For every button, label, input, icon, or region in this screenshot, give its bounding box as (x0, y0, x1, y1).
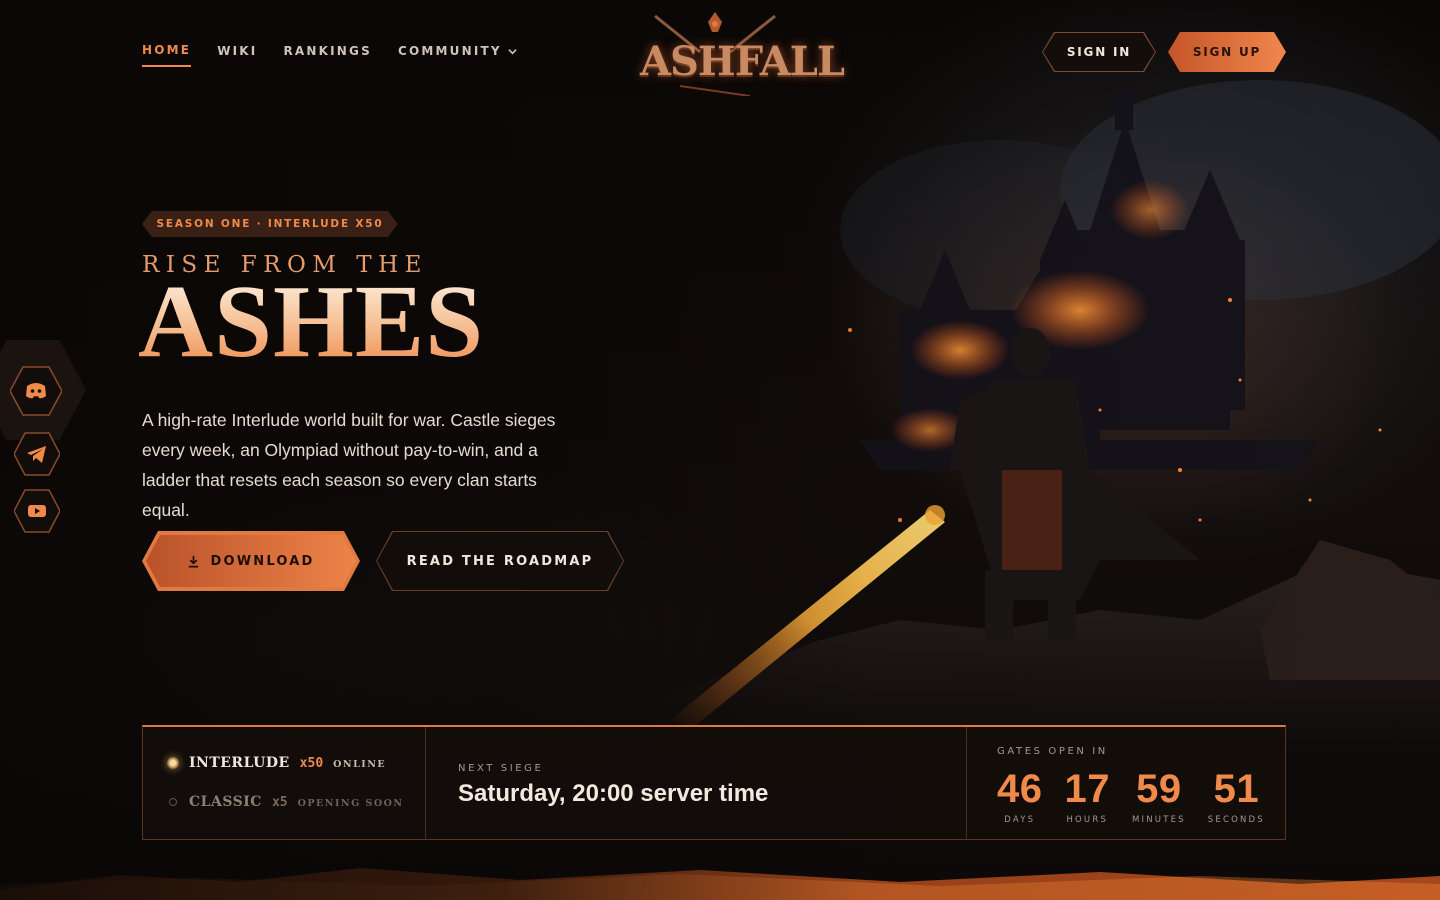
social-rail (0, 340, 90, 550)
hero-description: A high-rate Interlude world built for wa… (142, 410, 556, 520)
youtube-icon (14, 489, 60, 533)
online-indicator (167, 757, 179, 769)
countdown-label: GATES OPEN IN (997, 746, 1108, 757)
roadmap-button[interactable]: READ THE ROADMAP (376, 531, 624, 591)
sign-in-button[interactable]: SIGN IN (1042, 32, 1156, 72)
countdown-days: 46 DAYS (997, 769, 1043, 825)
countdown-value: 59 (1136, 767, 1182, 811)
server-name: CLASSIC (189, 794, 262, 810)
server-row-classic[interactable]: CLASSIC x5 OPENING SOON (167, 794, 404, 810)
roadmap-label: READ THE ROADMAP (377, 532, 623, 590)
countdown-timer: 46 DAYS 17 HOURS 59 MINUTES 51 SECONDS (997, 769, 1265, 825)
next-siege-time: Saturday, 20:00 server time (458, 780, 769, 807)
countdown-unit: DAYS (1004, 815, 1036, 825)
sign-up-button[interactable]: SIGN UP (1168, 32, 1286, 72)
nav-community[interactable]: COMMUNITY (398, 43, 517, 67)
countdown-value: 46 (997, 767, 1043, 811)
countdown-panel: GATES OPEN IN 46 DAYS 17 HOURS 59 MINUTE… (967, 727, 1285, 839)
server-row-interlude[interactable]: INTERLUDE x50 ONLINE (167, 755, 386, 771)
countdown-unit: MINUTES (1132, 815, 1186, 825)
auth-buttons: SIGN IN SIGN UP (1042, 32, 1286, 72)
server-rate: x5 (271, 795, 288, 810)
download-label: DOWNLOAD (210, 553, 315, 569)
telegram-link[interactable] (14, 432, 60, 476)
youtube-link[interactable] (14, 489, 60, 533)
countdown-unit: HOURS (1066, 815, 1109, 825)
countdown-seconds: 51 SECONDS (1208, 769, 1265, 825)
top-navigation: HOME WIKI RANKINGS COMMUNITY ASHFALL SIG… (0, 0, 1440, 100)
countdown-unit: SECONDS (1207, 815, 1265, 825)
primary-nav: HOME WIKI RANKINGS COMMUNITY (142, 43, 517, 67)
discord-link[interactable] (10, 365, 62, 416)
nav-rankings[interactable]: RANKINGS (283, 43, 371, 67)
server-status-bar: INTERLUDE x50 ONLINE CLASSIC x5 OPENING … (142, 725, 1286, 840)
download-icon (187, 555, 200, 568)
nav-wiki[interactable]: WIKI (217, 43, 257, 67)
download-button[interactable]: DOWNLOAD (142, 531, 360, 591)
next-siege-label: NEXT SIEGE (458, 763, 544, 774)
server-name: INTERLUDE (189, 755, 290, 771)
countdown-value: 51 (1213, 767, 1260, 811)
next-siege-panel: NEXT SIEGE Saturday, 20:00 server time (426, 727, 967, 839)
hero-headline: ASHES (138, 264, 485, 379)
server-state: OPENING SOON (297, 798, 404, 809)
logo-wordmark: ASHFALL (640, 38, 845, 85)
nav-home[interactable]: HOME (142, 43, 192, 67)
season-badge: SEASON ONE · INTERLUDE X50 (142, 211, 398, 237)
nav-community-label: COMMUNITY (397, 44, 502, 58)
countdown-hours: 17 HOURS (1065, 769, 1111, 825)
chevron-down-icon (508, 48, 517, 54)
server-rate: x50 (299, 756, 324, 771)
countdown-minutes: 59 MINUTES (1132, 769, 1186, 825)
countdown-value: 17 (1064, 767, 1110, 811)
sign-in-label: SIGN IN (1066, 45, 1132, 59)
server-state: ONLINE (333, 759, 387, 770)
offline-indicator (169, 798, 177, 806)
discord-icon (10, 366, 62, 416)
site-logo[interactable]: ASHFALL (640, 10, 845, 96)
server-list: INTERLUDE x50 ONLINE CLASSIC x5 OPENING … (143, 727, 426, 839)
telegram-icon (14, 432, 60, 476)
